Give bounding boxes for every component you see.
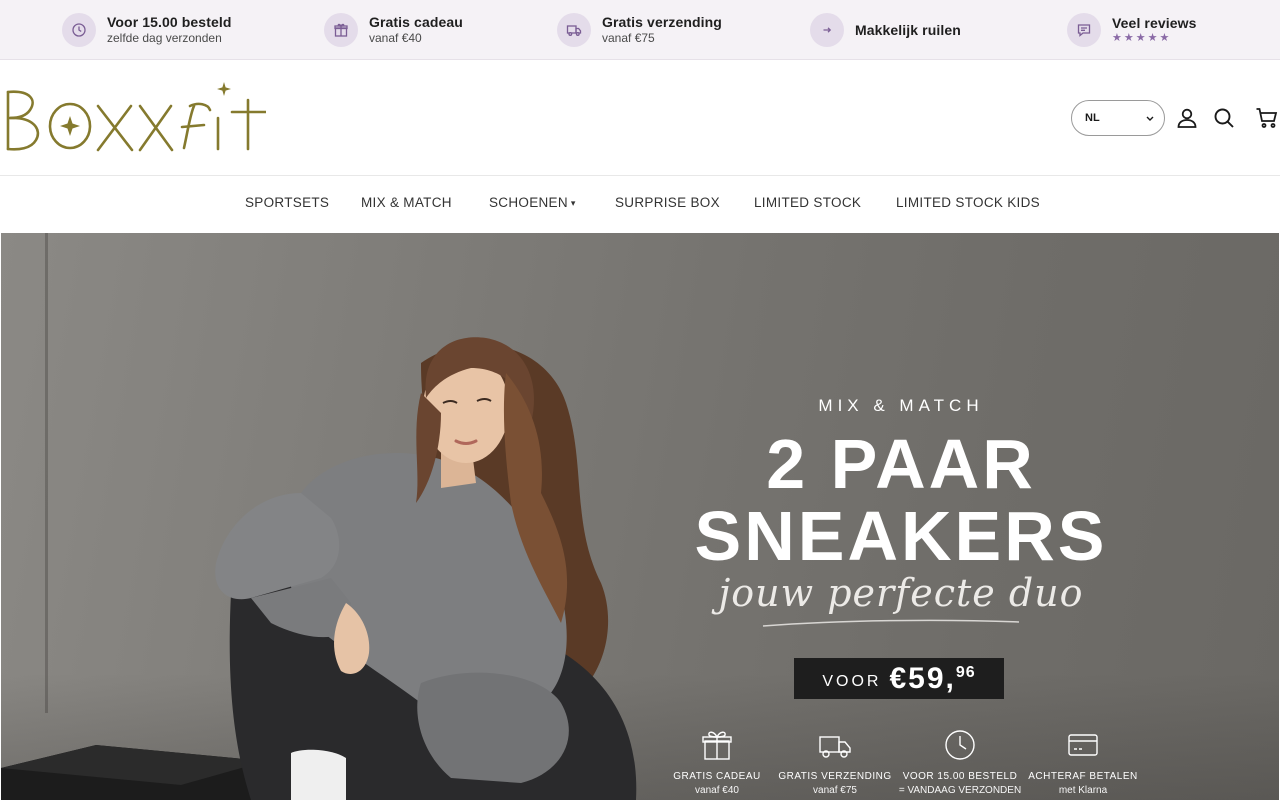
price-main: €59,: [889, 661, 956, 695]
account-icon[interactable]: [1174, 105, 1200, 131]
hero-eyebrow: MIX & MATCH: [818, 396, 984, 415]
credit-card-icon: [1068, 734, 1098, 756]
language-select[interactable]: NL: [1071, 100, 1165, 136]
nav-item-schoenen[interactable]: SCHOENEN ▾: [489, 195, 576, 210]
nav-item-mix-match[interactable]: MIX & MATCH: [361, 195, 452, 210]
language-value: NL: [1085, 112, 1100, 124]
usp-item-same-day: Voor 15.00 besteld zelfde dag verzonden: [62, 12, 231, 48]
hero-feature-same-day: VOOR 15.00 BESTELD = VANDAAG VERZONDEN: [895, 728, 1025, 798]
nav-label: LIMITED STOCK: [754, 195, 862, 210]
boxxfit-logo[interactable]: [4, 80, 266, 156]
hero-banner[interactable]: MIX & MATCH 2 PAAR SNEAKERS jouw perfect…: [1, 233, 1279, 800]
nav-label: SPORTSETS: [245, 195, 330, 210]
hero-feature-shipping: GRATIS VERZENDING vanaf €75: [770, 728, 900, 798]
price-cents: 96: [955, 664, 976, 681]
truck-icon: [557, 13, 591, 47]
script-underline: [762, 619, 1020, 627]
hero-title-line: 2 PAAR: [766, 425, 1036, 503]
price-prefix: VOOR: [822, 672, 882, 690]
hero-title: 2 PAAR SNEAKERS: [661, 428, 1141, 572]
nav-item-limited-stock[interactable]: LIMITED STOCK: [754, 195, 861, 210]
usp-subtitle: vanaf €75: [602, 31, 655, 45]
feature-subtitle: vanaf €40: [695, 785, 739, 796]
usp-item-gift: Gratis cadeau vanaf €40: [324, 12, 463, 48]
nav-label: SCHOENEN: [489, 195, 568, 210]
nav-label: SURPRISE BOX: [615, 195, 720, 210]
usp-subtitle: zelfde dag verzonden: [107, 31, 222, 45]
feature-title: VOOR 15.00 BESTELD: [902, 771, 1018, 782]
cart-icon[interactable]: [1254, 105, 1280, 131]
main-nav: SPORTSETS MIX & MATCH SCHOENEN ▾ SURPRISE…: [0, 176, 1280, 232]
hero-script-tagline: jouw perfecte duo: [718, 571, 1084, 615]
hero-model-image: [1, 337, 637, 800]
nav-item-sportsets[interactable]: SPORTSETS: [245, 195, 329, 210]
gift-icon: [324, 13, 358, 47]
clock-icon: [945, 730, 975, 760]
usp-item-shipping: Gratis verzending vanaf €75: [557, 12, 722, 48]
price-badge: VOOR €59, 96: [794, 658, 1004, 699]
feature-title: GRATIS VERZENDING: [778, 771, 892, 782]
clock-icon: [62, 13, 96, 47]
site-header: NL: [0, 60, 1280, 176]
nav-item-limited-stock-kids[interactable]: LIMITED STOCK KIDS: [896, 195, 1040, 210]
nav-label: MIX & MATCH: [361, 195, 452, 210]
caret-down-icon: ▾: [570, 198, 576, 208]
feature-subtitle: = VANDAAG VERZONDEN: [898, 785, 1022, 796]
feature-title: GRATIS CADEAU: [673, 771, 761, 782]
arrow-right-icon: [810, 13, 844, 47]
usp-title: Veel reviews: [1112, 15, 1197, 31]
chat-icon: [1067, 13, 1101, 47]
usp-title: Gratis verzending: [602, 14, 722, 30]
usp-title: Makkelijk ruilen: [855, 21, 961, 38]
nav-label: LIMITED STOCK KIDS: [896, 195, 1040, 210]
feature-title: ACHTERAF BETALEN: [1028, 771, 1138, 782]
hero-feature-gift: GRATIS CADEAU vanaf €40: [652, 728, 782, 798]
chevron-down-icon: [1146, 116, 1154, 121]
review-stars: ★★★★★: [1112, 32, 1172, 44]
feature-subtitle: met Klarna: [1058, 785, 1108, 796]
hero-feature-klarna: ACHTERAF BETALEN met Klarna: [1018, 728, 1148, 798]
nav-item-surprise-box[interactable]: SURPRISE BOX: [615, 195, 720, 210]
usp-item-reviews[interactable]: Veel reviews ★★★★★: [1067, 12, 1197, 48]
truck-icon: [819, 736, 851, 758]
feature-subtitle: vanaf €75: [813, 785, 857, 796]
usp-subtitle: vanaf €40: [369, 31, 422, 45]
hero-title-line: SNEAKERS: [694, 497, 1108, 575]
usp-bar: Voor 15.00 besteld zelfde dag verzonden …: [0, 0, 1280, 60]
usp-title: Gratis cadeau: [369, 14, 463, 30]
usp-item-exchange: Makkelijk ruilen: [810, 12, 961, 48]
gift-icon: [702, 731, 732, 760]
search-icon[interactable]: [1211, 105, 1237, 131]
usp-title: Voor 15.00 besteld: [107, 14, 232, 30]
